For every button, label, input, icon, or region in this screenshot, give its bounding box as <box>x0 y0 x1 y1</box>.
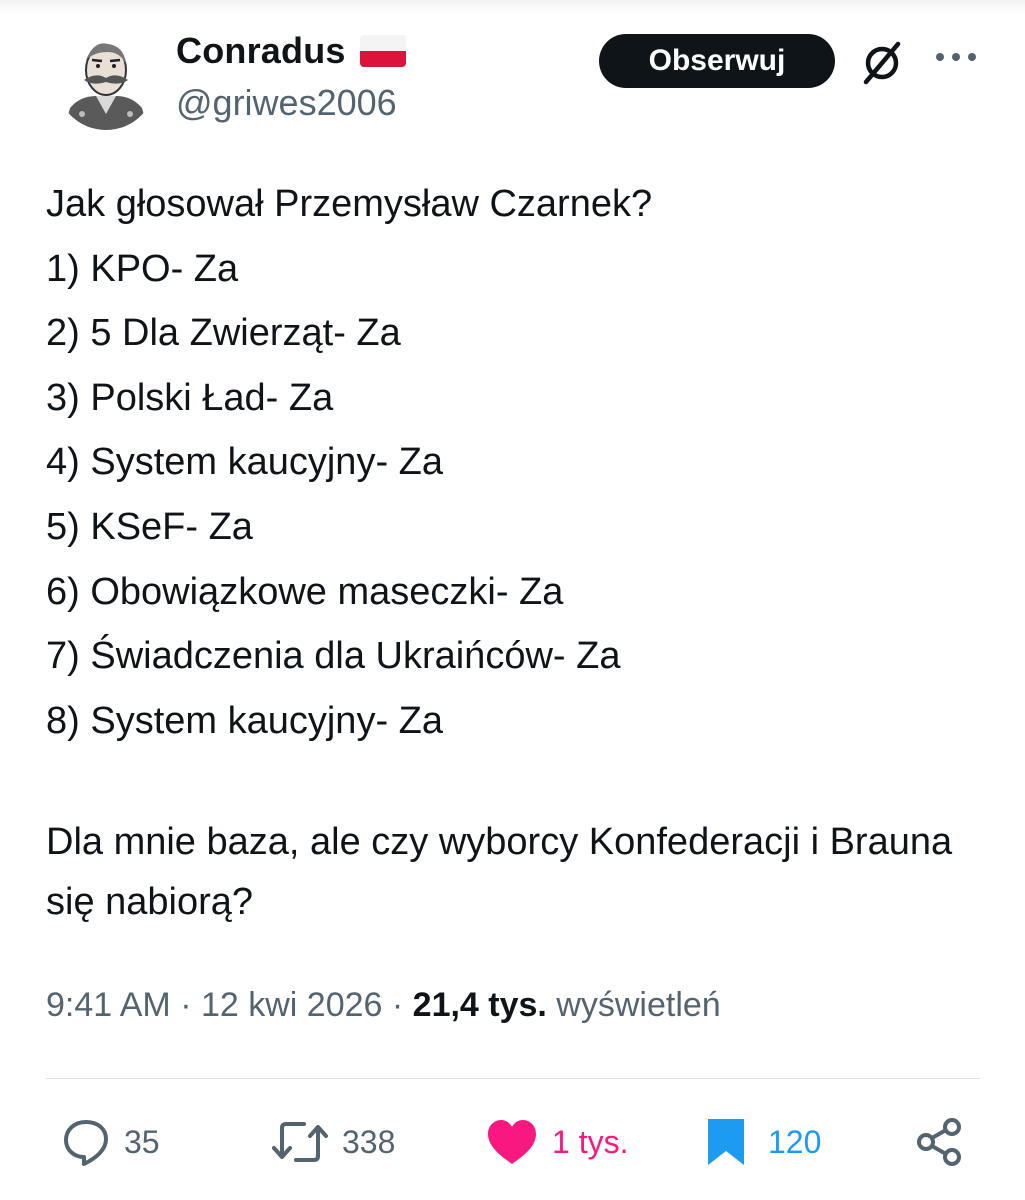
repost-count: 338 <box>342 1123 396 1160</box>
tweet-line: 8) System kaucyjny- Za <box>46 699 443 742</box>
tweet-closing-text: Dla mnie baza, ale czy wyborcy Konfedera… <box>46 821 953 923</box>
action-bar: 35 338 1 tys. 120 <box>0 1112 1025 1172</box>
bookmark-icon <box>708 1119 744 1165</box>
more-dots-icon[interactable] <box>932 44 980 70</box>
tweet-line: 3) Polski Ład- Za <box>46 376 334 419</box>
tweet-line: 1) KPO- Za <box>46 247 239 290</box>
user-handle[interactable]: @griwes2006 <box>176 82 397 124</box>
tweet-line: 6) Obowiązkowe maseczki- Za <box>46 570 564 613</box>
poland-flag-icon <box>359 35 406 67</box>
divider <box>46 1078 980 1079</box>
share-icon <box>917 1118 961 1166</box>
avatar[interactable] <box>50 30 162 130</box>
meta-separator: · <box>170 986 201 1024</box>
reply-count: 35 <box>124 1123 160 1160</box>
like-button[interactable]: 1 tys. <box>484 1112 628 1172</box>
tweet-time[interactable]: 9:41 AM <box>46 986 171 1024</box>
views-label: wyświetleń <box>546 986 721 1024</box>
tweet-line: Jak głosował Przemysław Czarnek? <box>46 183 653 225</box>
tweet-date[interactable]: 12 kwi 2026 <box>201 986 382 1024</box>
bookmark-button[interactable]: 120 <box>704 1112 821 1172</box>
avatar-illustration <box>56 30 156 130</box>
tweet-line: 4) System kaucyjny- Za <box>46 441 443 484</box>
meta-separator: · <box>382 986 413 1024</box>
reply-bubble-icon <box>64 1120 108 1166</box>
user-name-row[interactable]: Conradus <box>176 30 406 72</box>
user-name[interactable]: Conradus <box>176 30 346 72</box>
tweet-line: 5) KSeF- Za <box>46 505 253 548</box>
follow-button[interactable]: Obserwuj <box>599 34 835 88</box>
tweet-text: Jak głosował Przemysław Czarnek? 1) KPO-… <box>46 172 996 753</box>
views-count: 21,4 tys. <box>412 986 547 1024</box>
share-button[interactable] <box>914 1112 966 1172</box>
repost-button[interactable]: 338 <box>270 1112 395 1172</box>
like-count: 1 tys. <box>552 1123 629 1160</box>
tweet-line: 2) 5 Dla Zwierząt- Za <box>46 312 401 355</box>
tweet-meta: 9:41 AM · 12 kwi 2026 · 21,4 tys. wyświe… <box>46 986 721 1025</box>
tweet-line: 7) Świadczenia dla Ukraińców- Za <box>46 635 621 678</box>
top-fade <box>0 0 1025 14</box>
repost-icon <box>272 1122 328 1162</box>
heart-icon <box>488 1120 536 1164</box>
grok-icon[interactable] <box>858 38 906 86</box>
bookmark-count: 120 <box>768 1123 822 1160</box>
reply-button[interactable]: 35 <box>60 1112 160 1172</box>
